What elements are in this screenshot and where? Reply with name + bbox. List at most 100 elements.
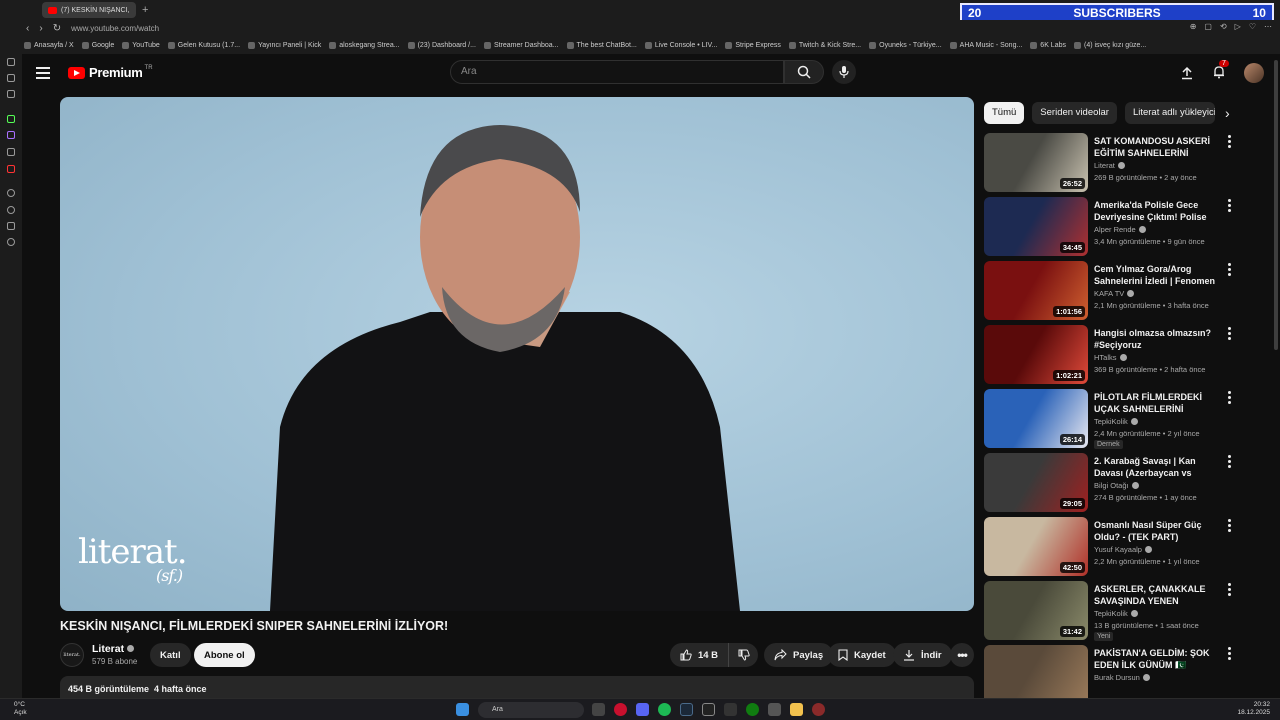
youtube-icon[interactable] xyxy=(7,165,15,173)
video-thumbnail[interactable]: 34:45 xyxy=(984,197,1088,256)
video-thumbnail[interactable]: 1:01:56 xyxy=(984,261,1088,320)
more-vert-icon[interactable] xyxy=(1228,455,1232,468)
bookmark-item[interactable]: Live Console • LIV... xyxy=(644,41,717,49)
sidebar-icon[interactable] xyxy=(7,222,15,230)
youtube-logo[interactable]: Premium TR xyxy=(68,65,153,80)
related-video-item[interactable]: PAKİSTAN'A GELDİM: ŞOK EDEN İLK GÜNÜM 🇵🇰… xyxy=(984,645,1244,705)
sidebar-icon[interactable] xyxy=(7,90,15,98)
bookmark-item[interactable]: (4) isveç kızı güze... xyxy=(1073,41,1146,49)
settings-icon[interactable] xyxy=(7,238,15,246)
menu-dots-icon[interactable]: ⋯ xyxy=(1264,22,1272,31)
new-tab-icon[interactable]: + xyxy=(142,4,148,16)
spotify-icon[interactable] xyxy=(658,703,671,716)
subscribe-button[interactable]: Abone ol xyxy=(194,643,255,667)
bookmark-item[interactable]: Gelen Kutusu (1.7... xyxy=(167,41,240,49)
related-video-title[interactable]: Osmanlı Nasıl Süper Güç Oldu? - (TEK PAR… xyxy=(1094,519,1220,543)
video-thumbnail[interactable]: 29:05 xyxy=(984,453,1088,512)
avatar[interactable] xyxy=(1244,63,1264,83)
bookmark-item[interactable]: Google xyxy=(81,41,114,49)
dislike-button[interactable] xyxy=(728,643,758,667)
x-icon[interactable] xyxy=(7,148,15,156)
related-video-item[interactable]: 26:52 SAT KOMANDOSU ASKERİ EĞİTİM SAHNELE… xyxy=(984,133,1244,193)
app-icon[interactable] xyxy=(768,703,781,716)
more-vert-icon[interactable] xyxy=(1228,519,1232,532)
related-channel-name[interactable]: HTalks xyxy=(1094,353,1127,362)
more-vert-icon[interactable] xyxy=(1228,583,1232,596)
like-button[interactable]: 14 B xyxy=(670,643,728,667)
related-video-title[interactable]: Hangisi olmazsa olmazsın? #Seçiyoruz xyxy=(1094,327,1220,351)
related-video-item[interactable]: 1:01:56 Cem Yılmaz Gora/Arog Sahnelerini … xyxy=(984,261,1244,321)
bookmark-item[interactable]: (23) Dashboard /... xyxy=(407,41,476,49)
chevron-right-icon[interactable]: › xyxy=(1225,105,1230,121)
twitch-icon[interactable] xyxy=(7,131,15,139)
bookmark-item[interactable]: Yayıncı Paneli | Kick xyxy=(248,41,321,49)
url-field[interactable]: www.youtube.com/watch xyxy=(71,24,159,33)
sidebar-icon[interactable] xyxy=(7,58,15,66)
more-actions-button[interactable]: ••• xyxy=(950,643,974,667)
opera-icon[interactable] xyxy=(614,703,627,716)
bookmark-item[interactable]: 6K Labs xyxy=(1030,41,1066,49)
related-channel-name[interactable]: Burak Dursun xyxy=(1094,673,1150,682)
video-thumbnail[interactable] xyxy=(984,645,1088,704)
search-button[interactable] xyxy=(784,60,824,84)
more-vert-icon[interactable] xyxy=(1228,391,1232,404)
related-video-item[interactable]: 1:02:21 Hangisi olmazsa olmazsın? #Seçiyo… xyxy=(984,325,1244,385)
history-icon[interactable] xyxy=(7,206,15,214)
bookmark-item[interactable]: YouTube xyxy=(122,41,160,49)
related-channel-name[interactable]: TepkiKolik xyxy=(1094,417,1138,426)
related-video-title[interactable]: PAKİSTAN'A GELDİM: ŞOK EDEN İLK GÜNÜM 🇵🇰 xyxy=(1094,647,1220,671)
system-clock[interactable]: 20:32 18.12.2025 xyxy=(1237,701,1270,717)
related-video-item[interactable]: 26:14 PİLOTLAR FİLMLERDEKİ UÇAK SAHNELERİ… xyxy=(984,389,1244,449)
sidebar-icon[interactable] xyxy=(7,189,15,197)
file-explorer-icon[interactable] xyxy=(790,703,803,716)
heart-icon[interactable]: ♡ xyxy=(1249,22,1256,31)
video-thumbnail[interactable]: 42:50 xyxy=(984,517,1088,576)
steam-icon[interactable] xyxy=(680,703,693,716)
more-vert-icon[interactable] xyxy=(1228,263,1232,276)
related-video-item[interactable]: 29:05 2. Karabağ Savaşı | Kan Davası (Aze… xyxy=(984,453,1244,513)
more-vert-icon[interactable] xyxy=(1228,647,1232,660)
download-button[interactable]: İndir xyxy=(893,643,952,667)
more-vert-icon[interactable] xyxy=(1228,135,1232,148)
related-channel-name[interactable]: Bilgi Otağı xyxy=(1094,481,1139,490)
related-video-title[interactable]: SAT KOMANDOSU ASKERİ EĞİTİM SAHNELERİNİ … xyxy=(1094,135,1220,159)
more-vert-icon[interactable] xyxy=(1228,327,1232,340)
bookmark-item[interactable]: AHA Music - Song... xyxy=(949,41,1022,49)
related-video-title[interactable]: Cem Yılmaz Gora/Arog Sahnelerini İzledi … xyxy=(1094,263,1220,287)
save-button[interactable]: Kaydet xyxy=(828,643,896,667)
notifications-button[interactable]: 7 xyxy=(1212,59,1229,82)
taskbar-search[interactable]: Ara xyxy=(478,702,584,718)
video-thumbnail[interactable]: 26:52 xyxy=(984,133,1088,192)
back-icon[interactable]: ‹ xyxy=(26,23,29,34)
app-icon[interactable] xyxy=(724,703,737,716)
page-scrollbar[interactable] xyxy=(1274,60,1278,350)
hamburger-menu-icon[interactable] xyxy=(36,67,50,79)
related-video-item[interactable]: 34:45 Amerika'da Polisle Gece Devriyesine… xyxy=(984,197,1244,257)
bookmark-item[interactable]: Anasayfa / X xyxy=(24,41,74,49)
description-box[interactable]: 454 B görüntüleme 4 hafta önce xyxy=(60,676,974,700)
related-video-item[interactable]: 31:42 ASKERLER, ÇANAKKALE SAVAŞINDA YENEN… xyxy=(984,581,1244,641)
play-icon[interactable]: ▷ xyxy=(1235,22,1241,31)
video-thumbnail[interactable]: 1:02:21 xyxy=(984,325,1088,384)
related-channel-name[interactable]: Yusuf Kayaalp xyxy=(1094,545,1152,554)
video-thumbnail[interactable]: 31:42 xyxy=(984,581,1088,640)
related-channel-name[interactable]: Alper Rende xyxy=(1094,225,1146,234)
chip-all[interactable]: Tümü xyxy=(984,102,1025,124)
bookmark-item[interactable]: Twitch & Kick Stre... xyxy=(788,41,861,49)
discord-icon[interactable] xyxy=(636,703,649,716)
sidebar-icon[interactable] xyxy=(7,74,15,82)
bookmark-item[interactable]: The best ChatBot... xyxy=(566,41,637,49)
upload-icon[interactable] xyxy=(1180,66,1194,80)
search-input[interactable]: Ara xyxy=(450,60,784,84)
voice-search-button[interactable] xyxy=(832,60,856,84)
epic-games-icon[interactable] xyxy=(702,703,715,716)
channel-name[interactable]: Literat xyxy=(92,643,135,655)
bookmark-item[interactable]: aloskegang Strea... xyxy=(329,41,400,49)
related-channel-name[interactable]: KAFA TV xyxy=(1094,289,1135,298)
more-vert-icon[interactable] xyxy=(1228,199,1232,212)
related-video-title[interactable]: ASKERLER, ÇANAKKALE SAVAŞINDA YENEN YEME… xyxy=(1094,583,1220,607)
chip-uploader[interactable]: Literat adlı yükleyicid xyxy=(1124,102,1215,124)
related-video-title[interactable]: 2. Karabağ Savaşı | Kan Davası (Azerbayc… xyxy=(1094,455,1220,479)
related-channel-name[interactable]: Literat xyxy=(1094,161,1125,170)
weather-widget[interactable]: 0°C Açık xyxy=(14,701,27,717)
